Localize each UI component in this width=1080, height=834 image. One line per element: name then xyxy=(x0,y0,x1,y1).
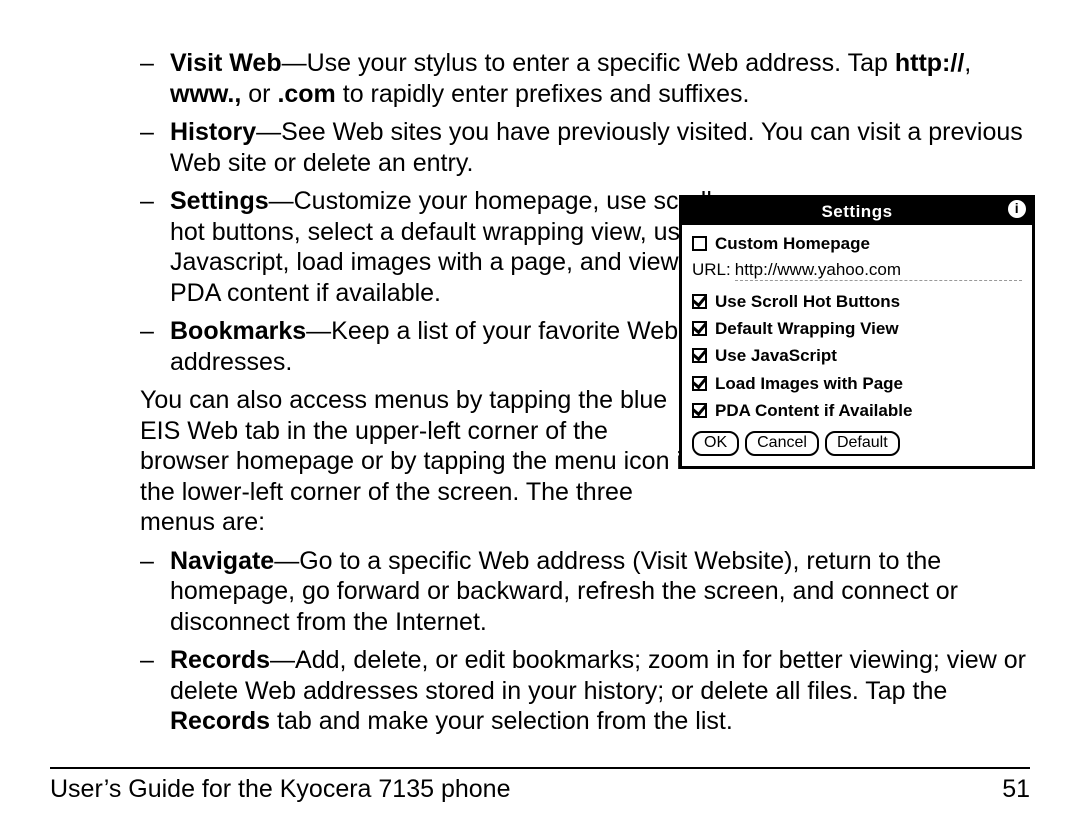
records-b1: Records xyxy=(170,707,270,735)
list-item-body: Navigate—Go to a specific Web address (V… xyxy=(170,546,1030,638)
records-t2: tab and make your selection from the lis… xyxy=(270,707,733,735)
visit-web-b1: http:// xyxy=(895,49,964,77)
pda-settings-dialog: Settings i Custom Homepage URL: http://w… xyxy=(679,195,1035,469)
list-item-navigate: – Navigate—Go to a specific Web address … xyxy=(140,546,1030,638)
custom-homepage-label: Custom Homepage xyxy=(715,233,870,254)
option-row[interactable]: Default Wrapping View xyxy=(692,318,1022,339)
dash-bullet: – xyxy=(140,48,170,109)
default-button[interactable]: Default xyxy=(825,431,900,456)
visit-web-head: Visit Web xyxy=(170,49,282,77)
checkbox-pda-content[interactable] xyxy=(692,403,707,418)
list-item-history: – History—See Web sites you have previou… xyxy=(140,117,1030,178)
option-row[interactable]: Use JavaScript xyxy=(692,345,1022,366)
page: – Visit Web—Use your stylus to enter a s… xyxy=(0,0,1080,834)
navigate-head: Navigate xyxy=(170,547,274,575)
access-paragraph: You can also access menus by tapping the… xyxy=(140,385,700,538)
visit-web-b2: www., xyxy=(170,80,241,108)
records-head: Records xyxy=(170,646,270,674)
list-item-body: Records—Add, delete, or edit bookmarks; … xyxy=(170,645,1030,737)
checkbox-default-wrapping[interactable] xyxy=(692,321,707,336)
visit-web-t1: —Use your stylus to enter a specific Web… xyxy=(282,49,895,77)
pda-button-row: OK Cancel Default xyxy=(692,431,1022,456)
option-row[interactable]: Use Scroll Hot Buttons xyxy=(692,291,1022,312)
option-row[interactable]: PDA Content if Available xyxy=(692,400,1022,421)
ok-button[interactable]: OK xyxy=(692,431,739,456)
bookmarks-head: Bookmarks xyxy=(170,317,306,345)
option-label: PDA Content if Available xyxy=(715,400,912,421)
list-item-body: Visit Web—Use your stylus to enter a spe… xyxy=(170,48,1030,109)
dash-bullet: – xyxy=(140,645,170,737)
pda-title-bar: Settings i xyxy=(682,198,1032,225)
option-label: Load Images with Page xyxy=(715,373,903,394)
navigate-text: —Go to a specific Web address (Visit Web… xyxy=(170,547,958,636)
url-value[interactable]: http://www.yahoo.com xyxy=(735,259,1022,281)
url-row[interactable]: URL: http://www.yahoo.com xyxy=(692,259,1022,281)
dash-bullet: – xyxy=(140,186,170,308)
list-item-body: Bookmarks—Keep a list of your favorite W… xyxy=(170,316,730,377)
checkbox-custom-homepage[interactable] xyxy=(692,236,707,251)
option-label: Use Scroll Hot Buttons xyxy=(715,291,900,312)
list-item-body: History—See Web sites you have previousl… xyxy=(170,117,1030,178)
cancel-button[interactable]: Cancel xyxy=(745,431,819,456)
footer-right: 51 xyxy=(1002,775,1030,804)
checkbox-load-images[interactable] xyxy=(692,376,707,391)
records-t1: —Add, delete, or edit bookmarks; zoom in… xyxy=(170,646,1026,705)
info-icon[interactable]: i xyxy=(1008,200,1026,218)
option-row[interactable]: Load Images with Page xyxy=(692,373,1022,394)
visit-web-t2: , xyxy=(964,49,971,77)
history-text: —See Web sites you have previously visit… xyxy=(170,118,1023,177)
footer-left: User’s Guide for the Kyocera 7135 phone xyxy=(50,775,510,804)
list-item-visit-web: – Visit Web—Use your stylus to enter a s… xyxy=(140,48,1030,109)
dash-bullet: – xyxy=(140,316,170,377)
list-item-body: Settings—Customize your homepage, use sc… xyxy=(170,186,730,308)
url-label: URL: xyxy=(692,259,735,280)
option-label: Default Wrapping View xyxy=(715,318,899,339)
visit-web-t3: or xyxy=(241,80,277,108)
bullet-list-2: – Navigate—Go to a specific Web address … xyxy=(140,546,1030,737)
dash-bullet: – xyxy=(140,546,170,638)
page-footer: User’s Guide for the Kyocera 7135 phone … xyxy=(50,767,1030,804)
visit-web-b3: .com xyxy=(277,80,335,108)
option-label: Use JavaScript xyxy=(715,345,837,366)
pda-title-text: Settings xyxy=(821,202,892,221)
custom-homepage-row[interactable]: Custom Homepage xyxy=(692,233,1022,254)
settings-head: Settings xyxy=(170,187,269,215)
pda-body: Custom Homepage URL: http://www.yahoo.co… xyxy=(682,225,1032,466)
visit-web-t4: to rapidly enter prefixes and suffixes. xyxy=(336,80,750,108)
checkbox-scroll-hot-buttons[interactable] xyxy=(692,294,707,309)
list-item-records: – Records—Add, delete, or edit bookmarks… xyxy=(140,645,1030,737)
dash-bullet: – xyxy=(140,117,170,178)
checkbox-use-javascript[interactable] xyxy=(692,348,707,363)
history-head: History xyxy=(170,118,256,146)
